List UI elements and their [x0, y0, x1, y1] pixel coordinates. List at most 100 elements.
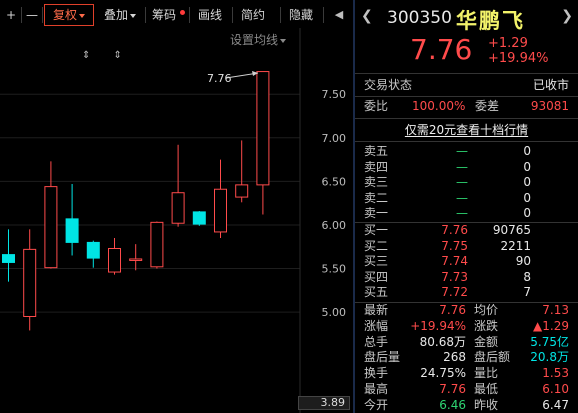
y-axis-labels: 7.50 7.00 6.50 6.00 5.50 5.00: [322, 88, 347, 319]
max-price-annotation: 7.76: [207, 71, 259, 85]
stat-value: 6.47: [542, 397, 569, 412]
bid-volume: 2211: [500, 238, 531, 253]
max-price-label: 7.76: [207, 72, 232, 85]
range-marker-icons: ⇕ ⇕: [82, 50, 132, 61]
quote-panel: ❮ 300350 华鹏飞 ❯ 7.76 +1.29 +19.94% 交易状态 已…: [355, 0, 578, 413]
stat-label: 总手: [364, 334, 389, 349]
stat-value: +19.94%: [410, 318, 466, 333]
stat-value: 7.76: [439, 303, 466, 317]
price-change-percent: +19.94%: [488, 51, 549, 66]
adjust-price-dropdown[interactable]: 复权: [44, 4, 94, 26]
y-tick-label: 7.00: [322, 132, 347, 145]
stat-label: 涨幅: [364, 318, 389, 333]
zoom-out-button[interactable]: —: [24, 4, 40, 26]
collapse-arrow-icon[interactable]: ◀: [331, 4, 347, 26]
order-ratio-row: 委比 100.00% 委差 93081: [355, 98, 578, 115]
toolbar-divider: [323, 7, 324, 23]
bid-row: 买三 7.74 90: [355, 253, 578, 270]
simple-mode-button[interactable]: 简约: [236, 4, 270, 26]
candle-body: [235, 184, 249, 198]
prev-stock-chevron-icon[interactable]: ❮: [361, 8, 373, 24]
chevron-down-icon: [130, 13, 136, 18]
candle-body: [129, 258, 143, 261]
candle-up: [44, 161, 58, 269]
candlestick-series: [2, 71, 270, 331]
stat-label: 昨收: [474, 397, 499, 412]
bid-volume: 7: [523, 285, 531, 300]
ma-settings-label: 设置均线: [230, 33, 279, 47]
stat-value: 1.53: [542, 366, 569, 381]
kline-chart-panel[interactable]: 7.50 7.00 6.50 6.00 5.50 5.00 7.76 + — 复权 叠加 …: [0, 0, 353, 413]
stat-value: 24.75%: [420, 366, 466, 381]
bid-price: 7.74: [441, 254, 468, 269]
trade-status-value: 已收市: [532, 78, 569, 92]
stat-value: 20.8万: [530, 350, 569, 365]
toolbar-divider: [42, 7, 43, 23]
y-tick-label: 6.00: [322, 219, 347, 232]
stat-value: 6.10: [542, 382, 569, 396]
adjust-price-label: 复权: [52, 8, 77, 22]
candle-down: [86, 240, 100, 268]
ask-price: —: [456, 190, 468, 205]
ask-row: 卖一 — 0: [355, 205, 578, 222]
ma-settings-button[interactable]: 设置均线: [230, 31, 287, 48]
candle-up: [235, 140, 249, 203]
stat-value: 7.76: [439, 382, 466, 396]
stats-row: 最高 7.76 最低 6.10: [355, 381, 578, 398]
bid-level-label: 买一: [364, 223, 389, 237]
candle-body: [23, 248, 37, 317]
zoom-in-button[interactable]: +: [3, 4, 19, 26]
stat-label: 最高: [364, 382, 389, 396]
toolbar-divider: [189, 7, 190, 23]
stat-value: 268: [443, 350, 466, 365]
stats-row: 最新 7.76 均价 7.13: [355, 302, 578, 319]
divider: [355, 118, 578, 119]
divider: [355, 96, 578, 97]
stat-value: 80.68万: [419, 334, 466, 349]
stat-value: 7.13: [542, 303, 569, 317]
candle-body: [2, 254, 15, 263]
overlay-dropdown[interactable]: 叠加: [97, 4, 143, 26]
stock-name: 华鹏飞: [456, 9, 525, 33]
weicha-value: 93081: [530, 99, 569, 113]
bid-level-label: 买二: [364, 238, 389, 253]
ask-volume: 0: [523, 190, 531, 205]
ask-level-label: 卖五: [364, 144, 389, 158]
bid-level-label: 买三: [364, 254, 389, 269]
bid-volume: 8: [523, 269, 531, 284]
ask-volume: 0: [523, 144, 531, 158]
last-price: 7.76: [410, 33, 473, 66]
stat-label: 金额: [474, 334, 499, 349]
weibi-value: 100.00%: [412, 99, 466, 113]
ask-price: —: [456, 175, 468, 190]
candle-body: [86, 241, 100, 259]
stat-label: 今开: [364, 397, 389, 412]
bid-row: 买一 7.76 90765: [355, 222, 578, 239]
kline-chart[interactable]: 7.50 7.00 6.50 6.00 5.50 5.00 7.76: [0, 0, 353, 413]
chips-button[interactable]: 筹码: [147, 4, 181, 26]
trade-status-row: 交易状态 已收市: [355, 77, 578, 94]
bid-price: 7.72: [441, 285, 468, 300]
trade-status-label: 交易状态: [364, 78, 413, 92]
stat-label: 量比: [474, 366, 499, 381]
candle-down: [192, 211, 206, 226]
toolbar-divider: [232, 7, 233, 23]
y-tick-label: 5.50: [322, 263, 347, 276]
stat-label: 涨跌: [474, 318, 499, 333]
stats-row: 涨幅 +19.94% 涨跌 ▲1.29: [355, 318, 578, 335]
candle-up: [150, 221, 164, 269]
level2-quote-link[interactable]: 仅需20元查看十档行情: [355, 121, 578, 139]
draw-line-button[interactable]: 画线: [193, 4, 227, 26]
candle-body: [192, 211, 206, 225]
y-tick-label: 6.50: [322, 175, 347, 188]
stat-label: 最新: [364, 303, 389, 317]
candle-body: [256, 71, 270, 186]
ask-volume: 0: [523, 159, 531, 174]
bid-volume: 90765: [492, 223, 531, 237]
stock-code: 300350: [387, 8, 452, 28]
hide-button[interactable]: 隐藏: [284, 4, 318, 26]
chevron-down-icon: [280, 38, 287, 43]
stat-label: 盘后量: [364, 350, 401, 365]
next-stock-chevron-icon[interactable]: ❯: [561, 8, 573, 24]
toolbar-divider: [21, 7, 22, 23]
